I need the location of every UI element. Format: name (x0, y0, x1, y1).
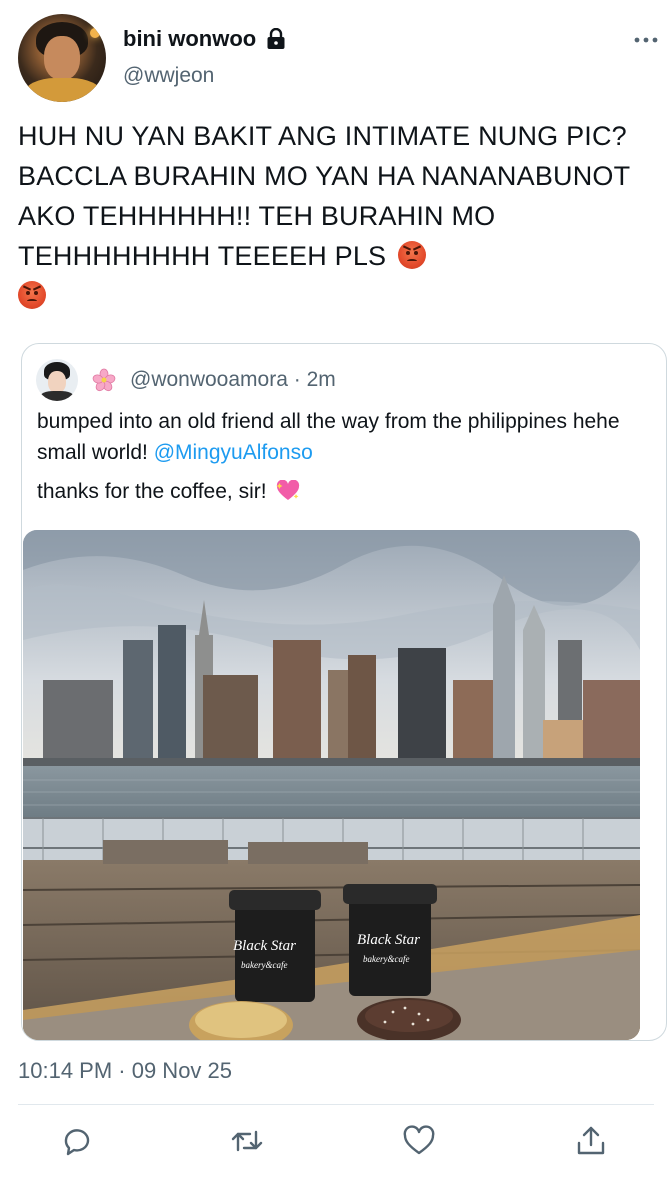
sparkling-heart-icon (276, 480, 300, 500)
tweet-text: HUH NU YAN BAKIT ANG INTIMATE NUNG PIC? … (18, 116, 658, 316)
author-handle[interactable]: @wwjeon (123, 64, 214, 88)
quoted-tweet-age: 2m (306, 368, 336, 391)
city-skyline-coffee-photo[interactable]: Black Star bakery&cafe Black Star bakery… (23, 530, 640, 1040)
cup-brand-text: Black Star (233, 938, 296, 954)
photo-illustration: Black Star bakery&cafe Black Star bakery… (23, 530, 640, 1040)
lock-icon (267, 28, 285, 49)
more-options-icon[interactable] (634, 36, 658, 44)
angry-face-emoji (18, 281, 46, 309)
author-avatar[interactable] (18, 14, 106, 102)
cherry-blossom-icon (92, 368, 116, 392)
tweet-timestamp[interactable]: 10:14 PM · 09 Nov 25 (18, 1058, 232, 1084)
angry-face-emoji (397, 241, 426, 269)
divider (18, 1104, 654, 1105)
cup-brand-text: Black Star (357, 932, 420, 948)
quoted-tweet[interactable]: @wonwooamora · 2m bumped into an old fri… (21, 343, 667, 1041)
share-icon (577, 1126, 605, 1155)
quoted-tweet-line: bumped into an old friend all the way fr… (37, 410, 620, 464)
author-display-name[interactable]: bini wonwoo (123, 26, 256, 52)
quoted-author-handle[interactable]: @wonwooamora · 2m (130, 368, 336, 392)
cup-subtext: bakery&cafe (241, 960, 287, 970)
retweet-icon (231, 1130, 263, 1152)
quoted-tweet-header: @wonwooamora · 2m (36, 358, 336, 402)
tweet-header: bini wonwoo @wwjeon (18, 14, 658, 104)
retweet-button[interactable] (230, 1124, 270, 1164)
quoted-tweet-line: thanks for the coffee, sir! (37, 476, 647, 507)
author-name-row: bini wonwoo (123, 26, 286, 52)
tweet-actions (18, 1124, 654, 1172)
quoted-tweet-text: bumped into an old friend all the way fr… (37, 406, 647, 515)
like-button[interactable] (402, 1124, 442, 1164)
quoted-author-avatar[interactable] (36, 359, 78, 401)
reply-icon (64, 1129, 90, 1156)
like-icon (403, 1125, 435, 1155)
mention-link[interactable]: @MingyuAlfonso (154, 441, 313, 464)
tweet-body: HUH NU YAN BAKIT ANG INTIMATE NUNG PIC? … (18, 121, 630, 271)
reply-button[interactable] (60, 1124, 100, 1164)
cup-subtext: bakery&cafe (363, 954, 409, 964)
share-button[interactable] (574, 1124, 614, 1164)
